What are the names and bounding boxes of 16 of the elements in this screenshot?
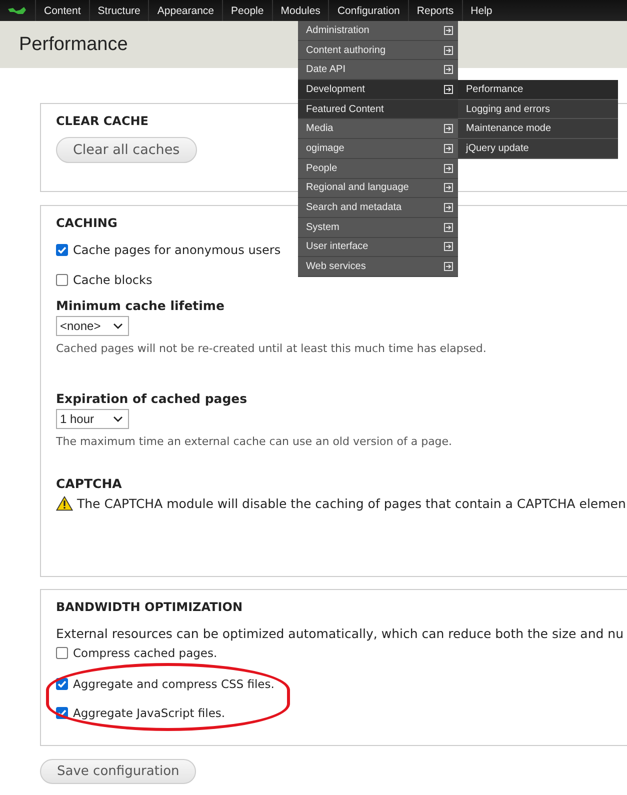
section-description: External resources can be optimized automatically, which can reduce both the size and nu	[56, 626, 625, 641]
section-heading: CLEAR CACHE	[56, 114, 148, 128]
field-label: Expiration of cached pages	[56, 391, 248, 406]
checkbox-label: Cache blocks	[73, 273, 152, 287]
field-description: The maximum time an external cache can use an old version of a page.	[56, 435, 454, 448]
field-label: CAPTCHA	[56, 476, 123, 491]
page-title: Performance	[19, 34, 128, 56]
warning-message: The CAPTCHA module will disable the caching of pages that contain a CAPTCHA elemen	[77, 496, 626, 511]
field-description: Cached pages will not be re-created until at least this much time has elapsed.	[56, 342, 488, 355]
section-heading: BANDWIDTH OPTIMIZATION	[56, 600, 243, 614]
checkbox-label: Compress cached pages.	[73, 646, 218, 660]
field-label: Minimum cache lifetime	[56, 298, 226, 313]
checkbox-label: Aggregate JavaScript files.	[73, 706, 226, 720]
checkbox-label: Aggregate and compress CSS files.	[73, 677, 274, 691]
checkbox-label: Cache pages for anonymous users	[73, 243, 281, 257]
section-heading: CACHING	[56, 216, 118, 230]
